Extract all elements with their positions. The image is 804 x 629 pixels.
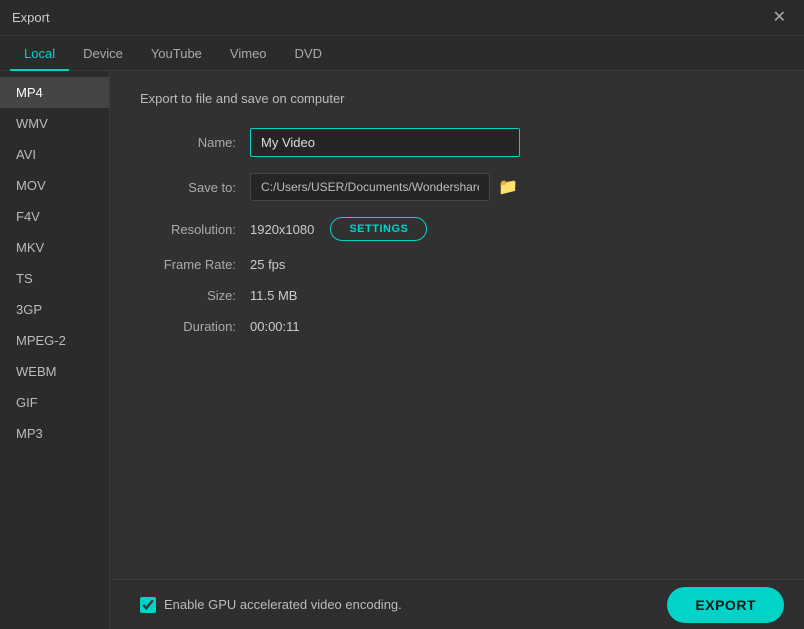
duration-row: Duration: 00:00:11 — [140, 319, 774, 334]
frame-rate-label: Frame Rate: — [140, 257, 250, 272]
window-title: Export — [12, 10, 50, 25]
sidebar: MP4 WMV AVI MOV F4V MKV TS 3GP MPEG-2 WE… — [0, 71, 110, 629]
sidebar-item-mp4[interactable]: MP4 — [0, 77, 109, 108]
save-to-path[interactable] — [250, 173, 490, 201]
sidebar-item-wmv[interactable]: WMV — [0, 108, 109, 139]
size-label: Size: — [140, 288, 250, 303]
duration-label: Duration: — [140, 319, 250, 334]
name-row: Name: — [140, 128, 774, 157]
resolution-label: Resolution: — [140, 222, 250, 237]
section-title: Export to file and save on computer — [140, 91, 774, 106]
sidebar-item-mp3[interactable]: MP3 — [0, 418, 109, 449]
tab-device[interactable]: Device — [69, 38, 137, 71]
save-to-label: Save to: — [140, 180, 250, 195]
resolution-row: Resolution: 1920x1080 SETTINGS — [140, 217, 774, 241]
bottom-bar: Enable GPU accelerated video encoding. E… — [110, 579, 804, 629]
frame-rate-row: Frame Rate: 25 fps — [140, 257, 774, 272]
title-bar: Export ✕ — [0, 0, 804, 36]
resolution-value: 1920x1080 — [250, 222, 314, 237]
sidebar-item-3gp[interactable]: 3GP — [0, 294, 109, 325]
export-button[interactable]: EXPORT — [667, 587, 784, 623]
size-value: 11.5 MB — [250, 288, 297, 303]
sidebar-item-ts[interactable]: TS — [0, 263, 109, 294]
tab-dvd[interactable]: DVD — [281, 38, 336, 71]
resolution-group: 1920x1080 SETTINGS — [250, 217, 427, 241]
main-content: MP4 WMV AVI MOV F4V MKV TS 3GP MPEG-2 WE… — [0, 71, 804, 629]
gpu-checkbox[interactable] — [140, 597, 156, 613]
settings-button[interactable]: SETTINGS — [330, 217, 427, 241]
gpu-label: Enable GPU accelerated video encoding. — [164, 597, 402, 612]
frame-rate-value: 25 fps — [250, 257, 285, 272]
duration-value: 00:00:11 — [250, 319, 300, 334]
name-label: Name: — [140, 135, 250, 150]
sidebar-item-mov[interactable]: MOV — [0, 170, 109, 201]
tab-youtube[interactable]: YouTube — [137, 38, 216, 71]
tab-local[interactable]: Local — [10, 38, 69, 71]
size-row: Size: 11.5 MB — [140, 288, 774, 303]
tab-bar: Local Device YouTube Vimeo DVD — [0, 36, 804, 71]
folder-icon[interactable]: 📁 — [498, 177, 518, 197]
sidebar-item-mpeg2[interactable]: MPEG-2 — [0, 325, 109, 356]
tab-vimeo[interactable]: Vimeo — [216, 38, 281, 71]
name-input[interactable] — [250, 128, 520, 157]
sidebar-item-f4v[interactable]: F4V — [0, 201, 109, 232]
close-button[interactable]: ✕ — [767, 8, 792, 28]
content-area: Export to file and save on computer Name… — [110, 71, 804, 629]
save-to-group: 📁 — [250, 173, 518, 201]
sidebar-item-webm[interactable]: WEBM — [0, 356, 109, 387]
sidebar-item-avi[interactable]: AVI — [0, 139, 109, 170]
save-to-row: Save to: 📁 — [140, 173, 774, 201]
gpu-row: Enable GPU accelerated video encoding. — [140, 597, 402, 613]
sidebar-item-gif[interactable]: GIF — [0, 387, 109, 418]
sidebar-item-mkv[interactable]: MKV — [0, 232, 109, 263]
